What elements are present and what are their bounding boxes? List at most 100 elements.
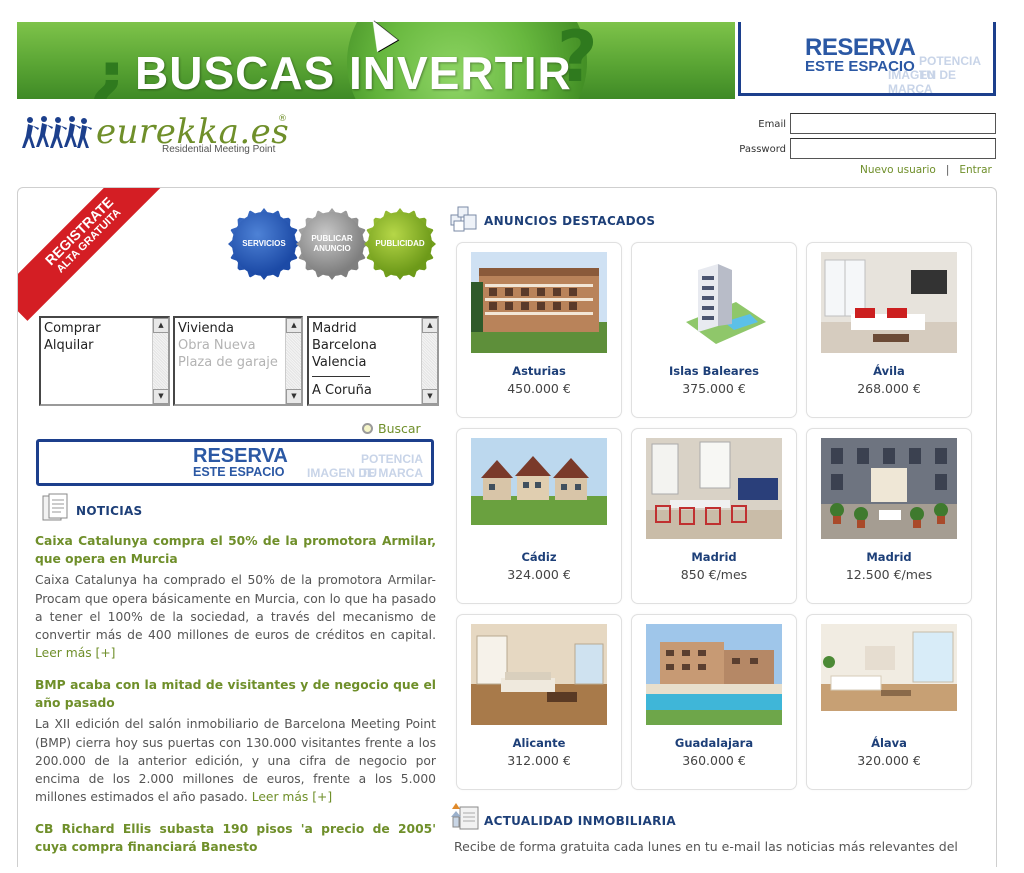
featured-heading: ANUNCIOS DESTACADOS [484,214,656,228]
read-more-link[interactable]: Leer más [+] [252,790,332,804]
logo-registered-mark: ® [278,114,287,124]
type-scrollbar[interactable]: ▲ ▼ [285,318,301,404]
news-title[interactable]: CB Richard Ellis subasta 190 pisos 'a pr… [35,820,436,856]
read-more-link[interactable]: Leer más [+] [35,646,115,660]
banner-headline: BUSCAS INVERTIR [135,47,572,99]
scroll-down-icon[interactable]: ▼ [286,389,301,404]
city-option[interactable]: A Coruña [312,382,437,399]
news-heading: NOTICIAS [76,504,143,518]
banner-open-question: ¿ [89,36,130,99]
advertising-label: PUBLICIDAD [375,239,425,248]
scroll-up-icon[interactable]: ▲ [153,318,168,333]
listing-card[interactable]: Cádiz 324.000 € [456,428,622,604]
listing-card[interactable]: Madrid 12.500 €/mes [806,428,972,604]
listing-city: Madrid [691,550,737,564]
type-option: Obra Nueva [178,338,256,353]
site-logo[interactable]: eurekka.es ® Residential Meeting Point [20,112,300,162]
register-ribbon[interactable]: REGISTRATE ALTA GRATUITA [18,188,169,321]
listing-card[interactable]: Islas Baleares 375.000 € [631,242,797,418]
listing-card[interactable]: Guadalajara 360.000 € [631,614,797,790]
listing-photo[interactable] [646,624,782,725]
reserve-ad-small[interactable]: POTENCIA TU IMAGEN DE MARCA RESERVA ESTE… [36,439,434,486]
listing-card[interactable]: Madrid 850 €/mes [631,428,797,604]
listing-photo[interactable] [821,438,957,539]
services-badge[interactable]: SERVICIOS [232,212,296,276]
search-button[interactable]: Buscar [362,421,421,436]
new-user-link[interactable]: Nuevo usuario [860,164,936,176]
listing-card[interactable]: Asturias 450.000 € [456,242,622,418]
listing-price: 324.000 € [507,567,571,582]
city-separator [312,376,370,377]
property-type-select[interactable]: Vivienda Obra Nueva Plaza de garaje ▲ ▼ [173,316,303,406]
search-label: Buscar [378,421,421,436]
banner-close-question: ? [557,22,598,98]
listing-photo[interactable] [471,438,607,525]
reserve-ad-banner[interactable]: POTENCIA TU IMAGEN DE MARCA RESERVA ESTE… [738,22,996,96]
operation-scrollbar[interactable]: ▲ ▼ [152,318,168,404]
operation-option[interactable]: Alquilar [44,337,168,354]
listing-price: 450.000 € [507,381,571,396]
listing-photo[interactable] [821,624,957,711]
news-item: Caixa Catalunya compra el 50% de la prom… [35,532,436,662]
listing-photo[interactable] [821,252,957,353]
city-option[interactable]: Madrid [312,320,437,337]
reserve-line-2: ESTE ESPACIO [805,58,915,75]
reserve-small-line-2: ESTE ESPACIO [193,465,285,479]
listing-price: 320.000 € [857,753,921,768]
password-field[interactable] [790,138,996,159]
news-icon [42,493,68,521]
news-title[interactable]: BMP acaba con la mitad de visitantes y d… [35,676,436,712]
listing-city: Alicante [512,736,566,750]
enter-link[interactable]: Entrar [959,164,991,176]
listing-price: 375.000 € [682,381,746,396]
real-estate-news-icon [451,803,479,830]
scroll-up-icon[interactable]: ▲ [422,318,437,333]
news-item: CB Richard Ellis subasta 190 pisos 'a pr… [35,820,436,856]
services-label: SERVICIOS [242,239,286,248]
city-option[interactable]: Barcelona [312,337,437,354]
listing-card[interactable]: Ávila 268.000 € [806,242,972,418]
email-field[interactable] [790,113,996,134]
listing-photo[interactable] [646,252,782,353]
listing-price: 312.000 € [507,753,571,768]
listing-price: 12.500 €/mes [845,567,933,582]
listing-card[interactable]: Álava 320.000 € [806,614,972,790]
main-panel: REGISTRATE ALTA GRATUITA SERVICIOS PUBLI… [17,187,997,867]
listing-photo[interactable] [646,438,782,539]
featured-ads-icon [450,206,477,232]
listing-card[interactable]: Alicante 312.000 € [456,614,622,790]
type-option: Plaza de garaje [178,355,278,370]
news-title[interactable]: Caixa Catalunya compra el 50% de la prom… [35,532,436,568]
listing-city: Asturias [512,364,566,378]
news-body: La XII edición del salón inmobiliario de… [35,717,436,805]
login-links: Nuevo usuario | Entrar [860,164,992,176]
listing-price: 360.000 € [682,753,746,768]
operation-option[interactable]: Comprar [44,320,168,337]
reserve-small-ghost-2: IMAGEN DE MARCA [307,466,423,480]
runners-icon [22,116,92,148]
scroll-down-icon[interactable]: ▼ [153,389,168,404]
search-icon [362,423,373,434]
city-option[interactable]: Valencia [312,354,437,371]
publish-ad-label: PUBLICAR ANUNCIO [311,234,353,253]
operation-select[interactable]: Comprar Alquilar ▲ ▼ [39,316,170,406]
listing-photo[interactable] [471,624,607,725]
login-separator: | [945,164,950,176]
real-estate-news-heading: ACTUALIDAD INMOBILIARIA [484,814,676,828]
city-select[interactable]: Madrid Barcelona Valencia A Coruña ▲ ▼ [307,316,439,406]
listing-city: Ávila [873,364,905,378]
scroll-up-icon[interactable]: ▲ [286,318,301,333]
password-label: Password [739,144,786,155]
newsletter-text: Recibe de forma gratuita cada lunes en t… [454,839,958,854]
news-body: Caixa Catalunya ha comprado el 50% de la… [35,573,436,661]
city-scrollbar[interactable]: ▲ ▼ [421,318,437,404]
logo-tagline: Residential Meeting Point [162,144,276,155]
listing-price: 850 €/mes [680,567,748,582]
publish-ad-badge[interactable]: PUBLICAR ANUNCIO [300,212,364,276]
advertising-badge[interactable]: PUBLICIDAD [368,212,432,276]
type-option[interactable]: Vivienda [178,320,301,337]
listing-city: Álava [871,736,907,750]
listing-city: Guadalajara [674,736,754,750]
listing-photo[interactable] [471,252,607,353]
scroll-down-icon[interactable]: ▼ [422,389,437,404]
